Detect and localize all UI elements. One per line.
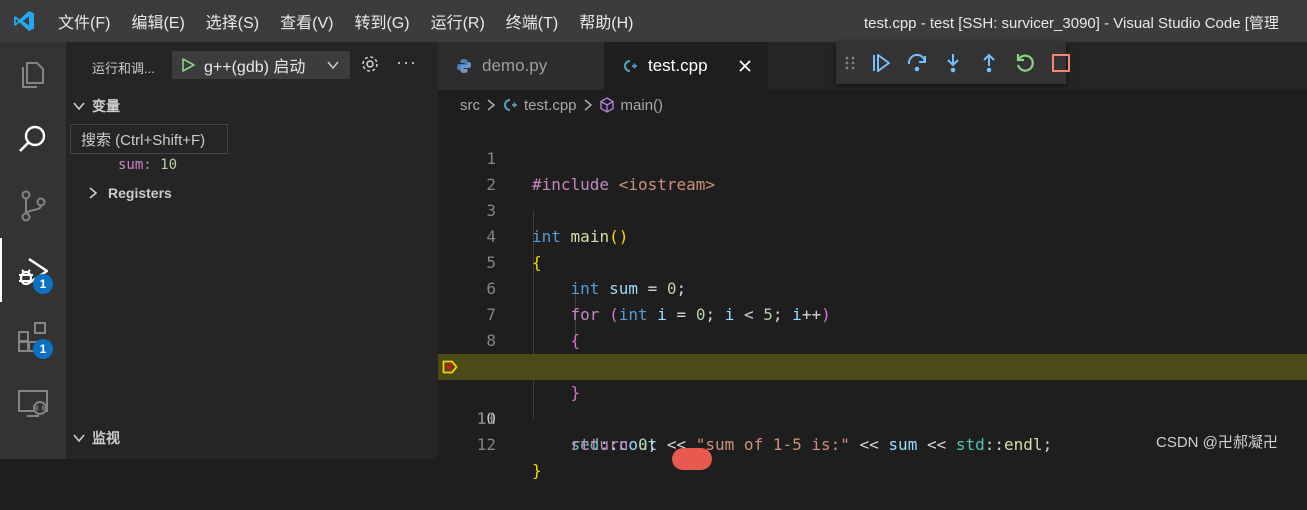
registers-label: Registers [108, 185, 172, 201]
variables-header-label: 变量 [92, 98, 120, 114]
breadcrumb: src test.cpp main() [460, 94, 663, 116]
activity-bar: 1 1 [0, 42, 66, 459]
menu-run[interactable]: 运行(R) [431, 9, 485, 33]
breadcrumb-symbol[interactable]: main() [621, 97, 664, 114]
tab-label: test.cpp [648, 56, 708, 75]
editor-area: demo.py test.cpp src test.cpp main() 1 #… [438, 42, 1307, 480]
code-line: 3 int main() [438, 172, 1307, 246]
code-line: 4 { [438, 198, 1307, 272]
gear-icon[interactable] [360, 54, 380, 74]
floating-badge[interactable] [672, 448, 712, 470]
menu-selection[interactable]: 选择(S) [206, 9, 259, 33]
restart-icon[interactable] [1014, 52, 1036, 74]
more-actions-button[interactable]: ··· [396, 52, 417, 73]
watch-header-label: 监视 [92, 430, 120, 446]
window-title: test.cpp - test [SSH: survicer_3090] - V… [864, 15, 1279, 32]
chevron-down-icon [327, 61, 339, 70]
registers-node[interactable]: Registers [88, 185, 172, 201]
tab-label: demo.py [482, 56, 548, 75]
chevron-down-icon [73, 434, 85, 443]
code-line: 6 for (int i = 0; i < 5; i++) [438, 250, 1307, 324]
variable-name: sum [118, 157, 144, 173]
start-debugging-icon[interactable] [180, 57, 196, 73]
code-line: 9 } [438, 328, 1307, 402]
code-line: 12 } [438, 406, 1307, 480]
tab-demo-py[interactable]: demo.py [438, 42, 604, 90]
variables-section-header[interactable]: 变量 [72, 96, 120, 116]
vscode-logo-icon[interactable] [12, 9, 36, 33]
drag-handle-icon[interactable] [844, 52, 856, 74]
code-line: 7 { [438, 276, 1307, 350]
step-over-icon[interactable] [906, 52, 928, 74]
source-control-button[interactable] [12, 185, 54, 227]
current-execution-line: 10 std::cout << "sum of 1-5 is:" << sum … [438, 354, 1307, 454]
search-tooltip: 搜索 (Ctrl+Shift+F) [70, 124, 228, 154]
files-icon [22, 62, 44, 88]
step-out-icon[interactable] [978, 52, 1000, 74]
debug-toolbar [836, 42, 1070, 84]
code-line: 8 sum += i; [438, 302, 1307, 376]
launch-config-label: g++(gdb) 启动 [204, 59, 306, 76]
variable-row[interactable]: sum: 10 [118, 157, 177, 173]
breakpoint-stopped-icon[interactable] [442, 360, 458, 374]
watermark: CSDN @卍郝凝卍 [1156, 434, 1278, 451]
watch-section-header[interactable]: 监视 [72, 428, 120, 448]
menu-help[interactable]: 帮助(H) [579, 9, 633, 33]
title-bar: 文件(F) 编辑(E) 选择(S) 查看(V) 转到(G) 运行(R) 终端(T… [0, 0, 1307, 42]
menu-terminal[interactable]: 终端(T) [506, 9, 558, 33]
code-line: 11 return 0; [438, 380, 1307, 454]
cpp-file-icon [503, 98, 517, 112]
continue-icon[interactable] [870, 52, 892, 74]
extensions-badge: 1 [33, 339, 53, 359]
active-indicator [0, 238, 2, 302]
breadcrumb-folder[interactable]: src [460, 97, 480, 114]
variable-value: 10 [160, 157, 178, 173]
variable-separator: : [143, 157, 161, 173]
menu-bar: 文件(F) 编辑(E) 选择(S) 查看(V) 转到(G) 运行(R) 终端(T… [58, 0, 654, 42]
chevron-right-icon [89, 187, 98, 199]
breadcrumb-file[interactable]: test.cpp [524, 97, 577, 114]
cpp-file-icon [623, 59, 637, 73]
chevron-right-icon [487, 99, 496, 111]
code-line: 5 int sum = 0; [438, 224, 1307, 298]
remote-explorer-button[interactable] [12, 382, 54, 424]
menu-edit[interactable]: 编辑(E) [131, 9, 184, 33]
debug-sidebar: 运行和调... g++(gdb) 启动 ··· 变量 sum: 10 Regis… [66, 42, 438, 459]
code-line: 1 #include <iostream> [438, 120, 1307, 194]
menu-go[interactable]: 转到(G) [354, 9, 409, 33]
close-icon[interactable] [736, 57, 754, 75]
python-file-icon [457, 59, 471, 73]
code-line: 2 [438, 146, 1307, 194]
line-number: 12 [476, 435, 496, 454]
method-cube-icon [599, 97, 614, 113]
menu-view[interactable]: 查看(V) [280, 9, 333, 33]
search-button[interactable] [12, 118, 54, 160]
chevron-right-icon [584, 99, 592, 111]
tab-test-cpp[interactable]: test.cpp [604, 42, 768, 90]
debug-badge: 1 [33, 274, 53, 294]
explorer-button[interactable] [12, 52, 54, 94]
search-icon [19, 125, 46, 152]
step-into-icon[interactable] [942, 52, 964, 74]
launch-config-select[interactable]: g++(gdb) 启动 [172, 51, 350, 79]
chevron-down-icon [73, 102, 85, 111]
menu-file[interactable]: 文件(F) [58, 9, 110, 33]
remote-explorer-icon [18, 390, 48, 417]
sidebar-title: 运行和调... [92, 61, 155, 76]
source-control-icon [21, 190, 46, 222]
stop-icon[interactable] [1050, 52, 1072, 74]
